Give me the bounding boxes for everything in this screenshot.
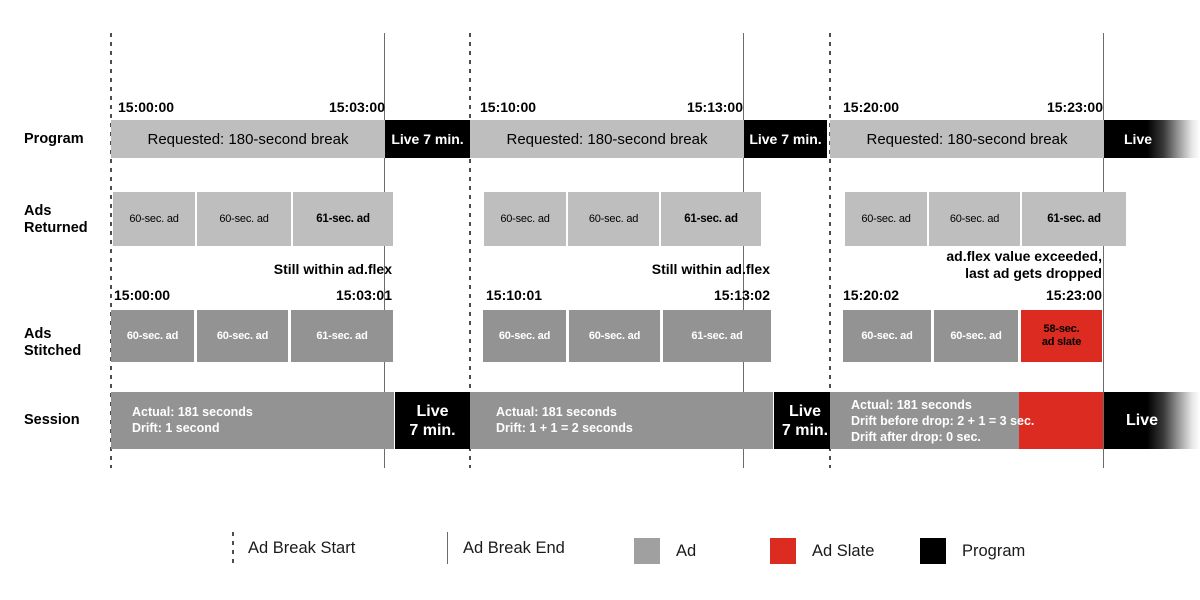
session-live-line2: 7 min. <box>409 421 456 439</box>
ads-stitched-cell: 61-sec. ad <box>291 310 393 362</box>
ads-returned-cell: 60-sec. ad <box>113 192 195 246</box>
program-live-bar-3: Live <box>1104 120 1200 158</box>
session-detail-line: Drift: 1 second <box>132 421 220 435</box>
session-live-bar-2: Live 7 min. <box>774 392 836 449</box>
timeline-diagram: Program Ads Returned Ads Stitched Sessio… <box>0 0 1200 600</box>
legend-item-program: Program <box>920 535 1025 567</box>
stitched-end-time-2: 15:13:02 <box>713 287 770 303</box>
legend-label: Ad Break End <box>463 538 565 557</box>
ads-stitched-cell: 60-sec. ad <box>569 310 660 362</box>
session-detail-line: Drift before drop: 2 + 1 = 3 sec. <box>851 414 1035 428</box>
stitched-end-time-3: 15:23:00 <box>1045 287 1102 303</box>
session-live-line1: Live <box>788 402 821 420</box>
legend-item-ad-break-start: Ad Break Start <box>232 532 355 564</box>
session-detail-line: Actual: 181 seconds <box>496 405 617 419</box>
legend-item-ad-slate: Ad Slate <box>770 535 874 567</box>
legend-item-ad: Ad <box>634 535 696 567</box>
ads-stitched-cell: 60-sec. ad <box>934 310 1018 362</box>
session-live-line1: Live <box>416 402 449 420</box>
session-live-bar-1: Live 7 min. <box>395 392 470 449</box>
program-break-bar-1: Requested: 180-second break <box>111 120 385 158</box>
ads-stitched-cell: 60-sec. ad <box>483 310 566 362</box>
program-start-time-3: 15:20:00 <box>843 99 900 115</box>
row-label-ads-returned-line1: Ads <box>24 203 52 219</box>
row-label-ads-returned-line2: Returned <box>24 220 88 236</box>
annotation-note-2: Still within ad.flex <box>651 261 770 277</box>
program-end-time-1: 15:03:00 <box>328 99 385 115</box>
ad-slate-swatch-icon <box>770 538 796 564</box>
annotation-note-1: Still within ad.flex <box>273 261 392 277</box>
annotation-note-3: ad.flex value exceeded, last ad gets dro… <box>860 248 1102 282</box>
ads-returned-cell: 60-sec. ad <box>929 192 1020 246</box>
program-end-time-2: 15:13:00 <box>686 99 743 115</box>
legend-item-ad-break-end: Ad Break End <box>447 532 565 564</box>
ads-returned-cell: 61-sec. ad <box>293 192 393 246</box>
ads-stitched-cell: 60-sec. ad <box>843 310 931 362</box>
session-detail-line: Actual: 181 seconds <box>132 405 253 419</box>
row-label-ads-returned: Ads Returned <box>24 203 88 237</box>
program-break-bar-3: Requested: 180-second break <box>830 120 1104 158</box>
ads-stitched-slate-cell: 58-sec. ad slate <box>1021 310 1102 362</box>
program-end-time-3: 15:23:00 <box>1046 99 1103 115</box>
ads-returned-cell: 60-sec. ad <box>197 192 291 246</box>
ads-returned-cell: 60-sec. ad <box>484 192 566 246</box>
session-detail-3: Actual: 181 seconds Drift before drop: 2… <box>851 397 1034 445</box>
ad-swatch-icon <box>634 538 660 564</box>
ads-returned-cell: 60-sec. ad <box>568 192 659 246</box>
ads-returned-cell: 61-sec. ad <box>1022 192 1126 246</box>
stitched-start-time-1: 15:00:00 <box>114 287 171 303</box>
ads-stitched-cell: 60-sec. ad <box>197 310 288 362</box>
session-detail-2: Actual: 181 seconds Drift: 1 + 1 = 2 sec… <box>496 404 633 436</box>
row-label-session: Session <box>24 412 80 428</box>
ad-slate-line1: 58-sec. <box>1043 323 1080 335</box>
session-detail-1: Actual: 181 seconds Drift: 1 second <box>132 404 253 436</box>
program-swatch-icon <box>920 538 946 564</box>
stitched-end-time-1: 15:03:01 <box>335 287 392 303</box>
row-label-ads-stitched-line2: Stitched <box>24 343 82 359</box>
program-break-bar-2: Requested: 180-second break <box>470 120 744 158</box>
row-label-ads-stitched-line1: Ads <box>24 326 52 342</box>
ads-returned-cell: 60-sec. ad <box>845 192 927 246</box>
row-label-ads-stitched: Ads Stitched <box>24 326 81 360</box>
stitched-start-time-3: 15:20:02 <box>843 287 900 303</box>
solid-line-icon <box>447 532 448 564</box>
ad-slate-line2: ad slate <box>1041 336 1082 348</box>
legend-label: Ad <box>676 541 697 560</box>
program-start-time-2: 15:10:00 <box>480 99 537 115</box>
legend-label: Program <box>962 541 1026 560</box>
row-label-program: Program <box>24 131 84 147</box>
legend-label: Ad Break Start <box>248 538 356 557</box>
stitched-start-time-2: 15:10:01 <box>486 287 543 303</box>
program-live-bar-1: Live 7 min. <box>385 120 470 158</box>
ads-returned-cell: 61-sec. ad <box>661 192 761 246</box>
ads-stitched-cell: 60-sec. ad <box>111 310 194 362</box>
program-start-time-1: 15:00:00 <box>118 99 175 115</box>
session-detail-line: Drift: 1 + 1 = 2 seconds <box>496 421 633 435</box>
legend-label: Ad Slate <box>812 541 875 560</box>
annotation-note-3-line1: ad.flex value exceeded, <box>946 248 1102 264</box>
session-detail-line: Drift after drop: 0 sec. <box>851 430 981 444</box>
ads-stitched-cell: 61-sec. ad <box>663 310 771 362</box>
legend: Ad Break Start Ad Break End Ad Ad Slate … <box>0 520 1200 580</box>
session-live-bar-3: Live <box>1104 392 1200 449</box>
annotation-note-3-line2: last ad gets dropped <box>965 265 1102 281</box>
session-live-line2: 7 min. <box>781 421 829 439</box>
dotted-line-icon <box>232 532 234 564</box>
program-live-bar-2: Live 7 min. <box>744 120 827 158</box>
session-detail-line: Actual: 181 seconds <box>851 398 972 412</box>
